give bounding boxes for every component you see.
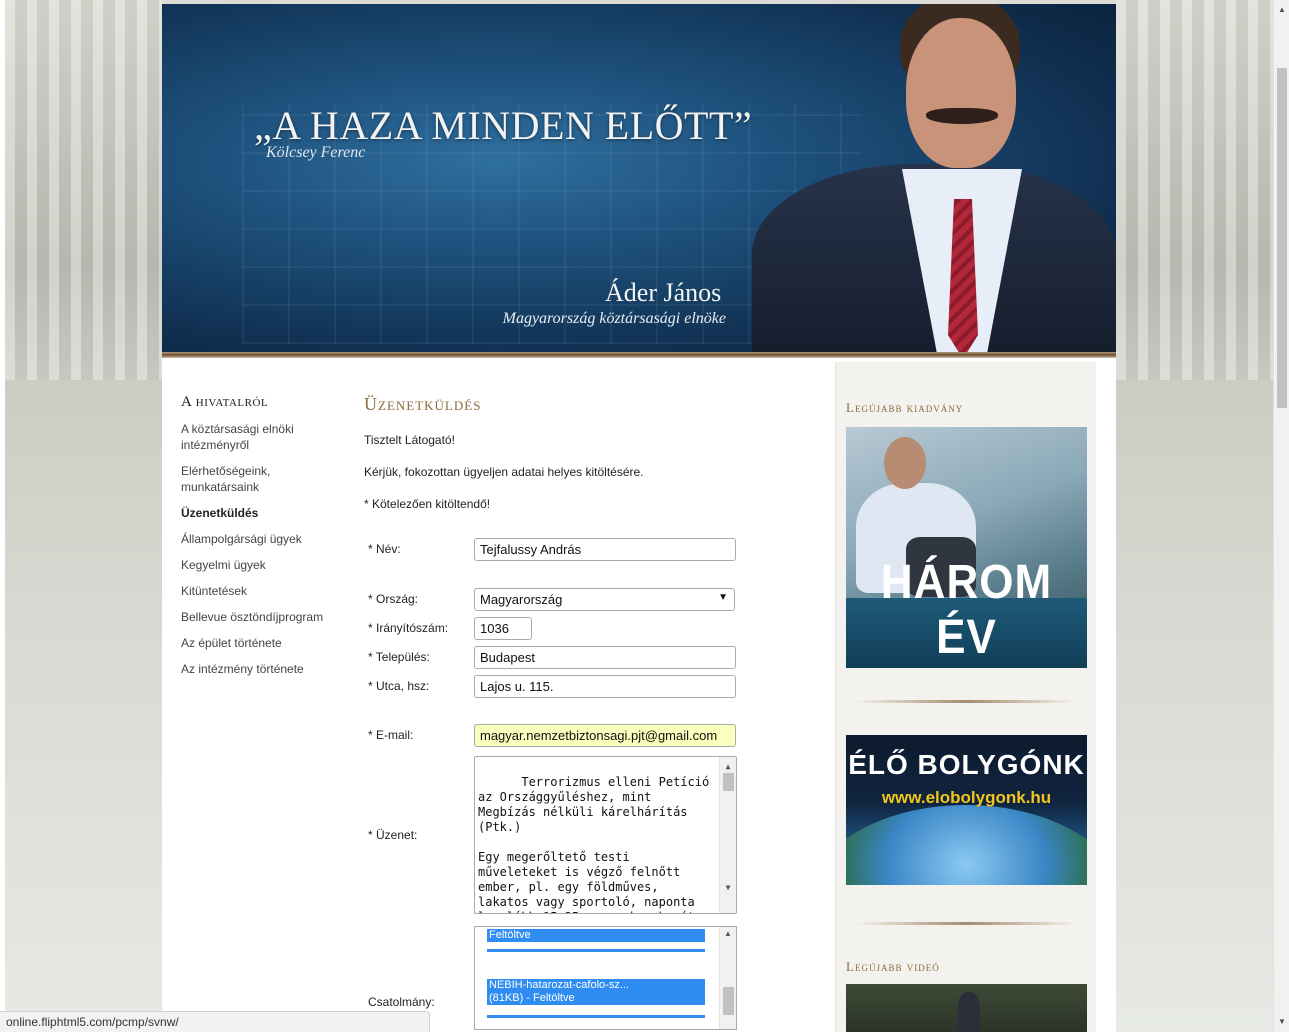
city-label: * Település: <box>368 650 430 664</box>
attachment-item[interactable]: NEBIH-hatarozat-cafolo-sz... (81KB) - Fe… <box>487 979 705 1005</box>
president-portrait <box>752 4 1116 352</box>
attachment-label: Csatolmány: <box>368 995 435 1009</box>
sidebar-divider <box>856 700 1077 703</box>
dropdown-arrow-icon: ▼ <box>718 592 728 603</box>
street-input[interactable]: Lajos u. 115. <box>474 675 736 698</box>
nav-item-kituntetesek[interactable]: Kitüntetések <box>181 583 351 599</box>
scroll-up-icon[interactable]: ▲ <box>720 929 736 938</box>
video-thumbnail[interactable] <box>846 984 1087 1032</box>
page-scrollbar[interactable]: ▲ ▼ <box>1273 0 1289 1032</box>
country-label: * Ország: <box>368 592 419 606</box>
banner-quote: „A HAZA MINDEN ELŐTT” <box>254 103 753 148</box>
banner-person-name: Áder János <box>605 278 722 307</box>
publication-banner[interactable]: HÁROM ÉV <box>846 427 1087 668</box>
street-label: * Utca, hsz: <box>368 679 430 693</box>
message-scrollbar[interactable]: ▲ ▼ <box>719 757 736 913</box>
background-image-right <box>1116 0 1273 380</box>
planet-banner-title: ÉLŐ BOLYGÓNK <box>848 749 1085 780</box>
message-textarea[interactable]: Terrorizmus elleni Petíció az Országgyűl… <box>474 756 737 914</box>
attachment-item[interactable]: Feltöltve <box>487 929 705 942</box>
nav-item-elerhetosegek[interactable]: Elérhetőségeink, munkatársaink <box>181 463 351 495</box>
page-scroll-thumb[interactable] <box>1277 68 1287 408</box>
nav-item-intezmeny[interactable]: A köztársasági elnöki intézményről <box>181 421 351 453</box>
scroll-down-icon[interactable]: ▼ <box>1274 1014 1289 1030</box>
attachment-scrollbar[interactable]: ▲ <box>719 927 736 1029</box>
message-form: Üzenetküldés Tisztelt Látogató! Kérjük, … <box>364 394 804 1030</box>
publication-heading: Legújabb kiadvány <box>846 400 964 415</box>
status-bar-url: online.fliphtml5.com/pcmp/svnw/ <box>6 1015 179 1029</box>
country-select-value: Magyarország <box>480 592 563 607</box>
publication-title: HÁROM ÉV <box>880 555 1053 664</box>
name-input[interactable]: Tejfalussy András <box>474 538 736 561</box>
banner-quote-author: Kölcsey Ferenc <box>266 144 366 161</box>
message-scroll-thumb[interactable] <box>723 773 734 791</box>
planet-image <box>846 805 1087 885</box>
email-input[interactable]: magyar.nemzetbiztonsagi.pjt@gmail.com <box>474 724 736 747</box>
country-select[interactable]: Magyarország ▼ <box>474 588 735 611</box>
sidebar-divider <box>856 922 1077 925</box>
message-label: * Üzenet: <box>368 828 418 842</box>
city-input[interactable]: Budapest <box>474 646 736 669</box>
background-image-left <box>5 0 162 380</box>
zip-label: * Irányítószám: <box>368 621 449 635</box>
sidebar-nav: A hivatalról A köztársasági elnöki intéz… <box>181 394 351 687</box>
video-heading: Legújabb videó <box>846 959 940 974</box>
email-label: * E-mail: <box>368 728 414 742</box>
scroll-up-icon[interactable]: ▲ <box>720 759 736 774</box>
upload-progress-bar <box>487 1015 705 1018</box>
required-note: * Kötelezően kitöltendő! <box>364 497 491 511</box>
page-container: „A HAZA MINDEN ELŐTT” Kölcsey Ferenc Áde… <box>162 4 1116 1032</box>
name-label: * Név: <box>368 542 401 556</box>
header-banner: „A HAZA MINDEN ELŐTT” Kölcsey Ferenc Áde… <box>162 4 1116 352</box>
scroll-up-icon[interactable]: ▲ <box>1274 2 1289 18</box>
banner-person-title: Magyarország köztársasági elnöke <box>502 310 726 327</box>
greeting-text: Tisztelt Látogató! <box>364 433 455 447</box>
upload-progress-bar <box>487 949 705 952</box>
nav-item-epulet-tortenete[interactable]: Az épület története <box>181 635 351 651</box>
elo-bolygonk-banner[interactable]: ÉLŐ BOLYGÓNK www.elobolygonk.hu <box>846 735 1087 885</box>
nav-item-intezmeny-tortenete[interactable]: Az intézmény története <box>181 661 351 677</box>
nav-item-bellevue[interactable]: Bellevue ösztöndíjprogram <box>181 609 351 625</box>
planet-banner-url: www.elobolygonk.hu <box>881 788 1052 807</box>
attachment-list[interactable]: Feltöltve NEBIH-hatarozat-cafolo-sz... (… <box>474 926 737 1030</box>
banner-divider <box>162 352 1116 358</box>
nav-heading: A hivatalról <box>181 394 269 410</box>
status-bar: online.fliphtml5.com/pcmp/svnw/ <box>0 1011 430 1032</box>
page-title: Üzenetküldés <box>364 394 482 414</box>
scroll-down-icon[interactable]: ▼ <box>720 880 736 895</box>
right-sidebar: Legújabb kiadvány HÁROM ÉV ÉLŐ BOLYGÓNK … <box>835 362 1096 1032</box>
instruction-text: Kérjük, fokozottan ügyeljen adatai helye… <box>364 465 644 479</box>
message-textarea-text: Terrorizmus elleni Petíció az Országgyűl… <box>478 775 710 913</box>
nav-item-kegyelmi[interactable]: Kegyelmi ügyek <box>181 557 351 573</box>
nav-item-allampolgarsag[interactable]: Állampolgársági ügyek <box>181 531 351 547</box>
nav-item-uzenetkuldes[interactable]: Üzenetküldés <box>181 505 351 521</box>
zip-input[interactable]: 1036 <box>474 617 532 640</box>
attachment-scroll-thumb[interactable] <box>723 987 734 1015</box>
